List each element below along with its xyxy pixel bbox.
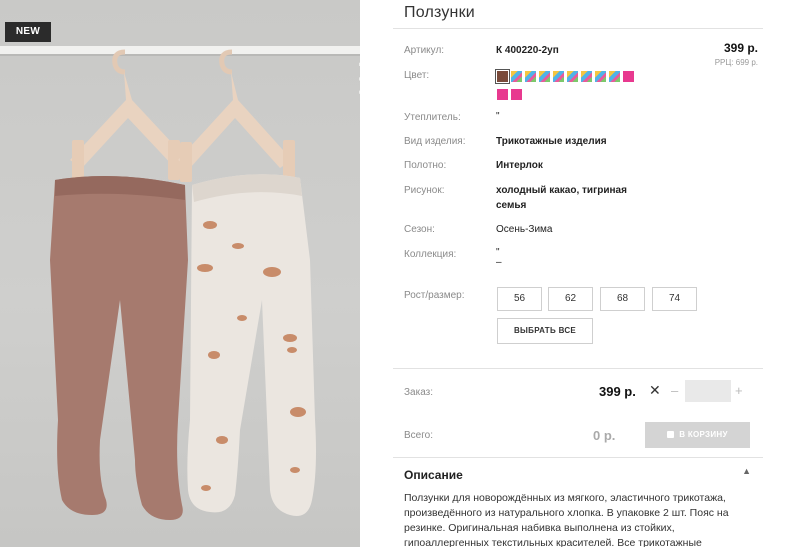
description-heading: Описание [404,468,463,482]
divider [393,457,763,458]
select-all-sizes-button[interactable]: ВЫБРАТЬ ВСЕ [497,318,593,344]
remove-item-icon[interactable]: ✕ [649,382,661,399]
add-to-cart-label: В КОРЗИНУ [679,430,728,439]
rrp-price: РРЦ: 699 р. [714,58,758,67]
fabric-value: Интерлок [496,160,543,171]
brand-watermark-text: crockid [355,60,360,146]
color-swatch-rainbow[interactable] [595,71,606,82]
pattern-value: холодный какао, тигриная семья [496,185,627,211]
collection-label: Коллекция: [404,249,457,260]
order-label: Заказ: [404,387,434,398]
size-label: Рост/размер: [404,290,465,301]
color-swatch-brown[interactable] [495,69,510,84]
size-option-68[interactable]: 68 [600,287,645,311]
color-swatch-pink[interactable] [497,89,508,100]
type-value: Трикотажные изделия [496,136,607,147]
quantity-increase-button[interactable]: + [735,383,743,398]
insulation-label: Утеплитель: [404,112,461,123]
order-price: 399 р. [599,384,636,399]
insulation-value: " [496,111,500,122]
description-collapse-icon[interactable]: ▲ [742,466,751,476]
divider [393,368,763,369]
product-photo[interactable]: NEW crockid [0,0,360,547]
color-swatch-rainbow[interactable] [581,71,592,82]
total-value: 0 р. [593,428,616,443]
article-value: К 400220-2уп [496,45,559,56]
cart-bag-icon [667,431,675,438]
pattern-label: Рисунок: [404,185,445,196]
size-option-56[interactable]: 56 [497,287,542,311]
color-swatch-rainbow[interactable] [539,71,550,82]
product-image-illustration [0,46,360,520]
product-title: Ползунки [404,4,475,21]
season-value: Осень-Зима [496,224,553,235]
add-to-cart-button[interactable]: В КОРЗИНУ [645,422,750,448]
color-swatch-rainbow[interactable] [511,71,522,82]
color-swatch-rainbow[interactable] [609,71,620,82]
brand-watermark: crockid [325,12,360,152]
color-swatch-pink[interactable] [623,71,634,82]
total-label: Всего: [404,430,433,441]
fabric-label: Полотно: [404,160,447,171]
size-option-74[interactable]: 74 [652,287,697,311]
quantity-decrease-button[interactable]: – [671,383,678,398]
collection-value-dash: – [496,257,502,268]
description-text: Ползунки для новорождённых из мягкого, э… [404,492,729,547]
type-label: Вид изделия: [404,136,466,147]
color-swatch-rainbow[interactable] [567,71,578,82]
color-swatch-rainbow[interactable] [553,71,564,82]
new-badge: NEW [5,22,51,42]
product-price: 399 р. [723,41,758,55]
divider [393,28,763,29]
color-label: Цвет: [404,70,430,81]
color-swatches [495,69,637,107]
size-option-62[interactable]: 62 [548,287,593,311]
color-swatch-pink[interactable] [511,89,522,100]
quantity-input[interactable] [685,380,731,402]
product-info-panel: Ползунки Артикул: К 400220-2уп 399 р. РР… [393,0,773,547]
season-label: Сезон: [404,224,435,235]
article-label: Артикул: [404,45,445,56]
color-swatch-rainbow[interactable] [525,71,536,82]
